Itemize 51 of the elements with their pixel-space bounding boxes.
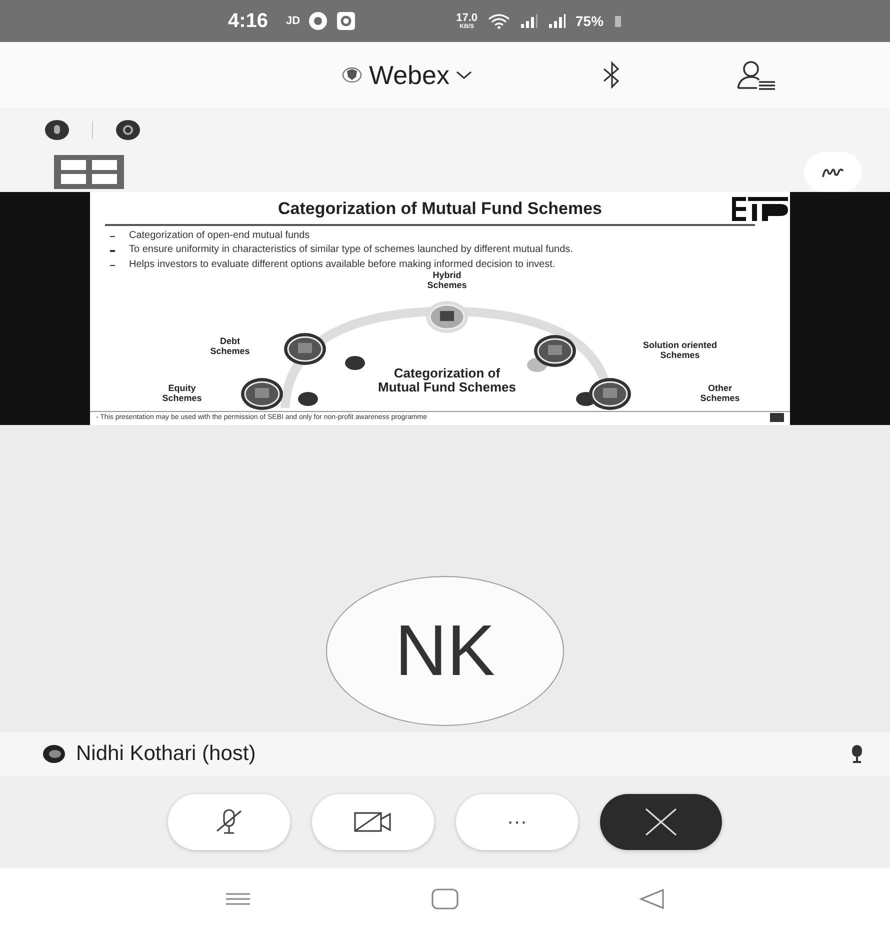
category-label: Debt Schemes — [209, 337, 251, 357]
participants-icon[interactable] — [737, 60, 778, 90]
app-notification-icon — [336, 11, 356, 31]
signal-icon — [548, 14, 566, 28]
more-options-button[interactable]: ··· — [456, 794, 578, 850]
microphone-muted-icon — [214, 807, 244, 837]
category-icon — [533, 334, 577, 368]
clock-time: 4:16 — [228, 10, 268, 32]
slide-bullet: Helps investors to evaluate different options available before making informed decision to invest. — [110, 258, 760, 270]
status-ring-icon — [42, 744, 66, 764]
audio-status-icon[interactable] — [44, 119, 70, 141]
diagram-center-label: Categorization of Mutual Fund Schemes — [377, 366, 517, 396]
battery-icon — [614, 14, 622, 28]
bullet-dash-icon — [110, 236, 115, 237]
category-label: Hybrid Schemes — [426, 271, 468, 291]
slide-title: Categorization of Mutual Fund Schemes — [278, 199, 602, 219]
wifi-icon — [488, 13, 510, 29]
carrier-label: JD — [286, 15, 300, 27]
leave-meeting-button[interactable] — [600, 794, 722, 850]
menu-icon[interactable] — [225, 892, 251, 906]
connector-dot — [298, 392, 318, 406]
camera-off-icon — [353, 809, 393, 835]
chevron-down-icon — [456, 70, 472, 80]
battery-level: 75% — [576, 13, 604, 29]
video-off-button[interactable] — [312, 794, 434, 850]
participant-name: Nidhi Kothari (host) — [76, 742, 256, 766]
grid-layout-icon[interactable] — [54, 155, 124, 189]
shield-icon — [342, 65, 362, 85]
category-label: Other Schemes — [699, 384, 741, 404]
category-icon — [283, 332, 327, 366]
signal-icon — [520, 14, 538, 28]
category-label: Solution oriented Schemes — [642, 341, 718, 361]
annotate-button[interactable] — [804, 152, 862, 192]
people-icon — [425, 300, 469, 334]
slide-bullet: To ensure uniformity in characteristics of similar type of schemes launched by different mutual funds. — [110, 244, 760, 256]
back-icon[interactable] — [639, 888, 665, 910]
connector-dot — [345, 356, 365, 370]
microphone-icon — [850, 744, 864, 764]
video-status-icon[interactable] — [115, 119, 141, 141]
bullet-dash-icon — [110, 264, 115, 266]
network-speed: 17.0 — [456, 12, 478, 24]
app-notification-icon — [308, 11, 328, 31]
meeting-title-dropdown[interactable]: Webex — [342, 60, 472, 90]
mute-button[interactable] — [168, 794, 290, 850]
category-icon — [588, 377, 632, 411]
home-icon[interactable] — [431, 888, 459, 910]
category-icon — [240, 377, 284, 411]
bullet-dash-icon — [110, 250, 115, 252]
category-label: Equity Schemes — [161, 384, 203, 404]
avatar-initials: NK — [326, 576, 564, 726]
slide-bullet: Categorization of open-end mutual funds — [110, 230, 760, 241]
